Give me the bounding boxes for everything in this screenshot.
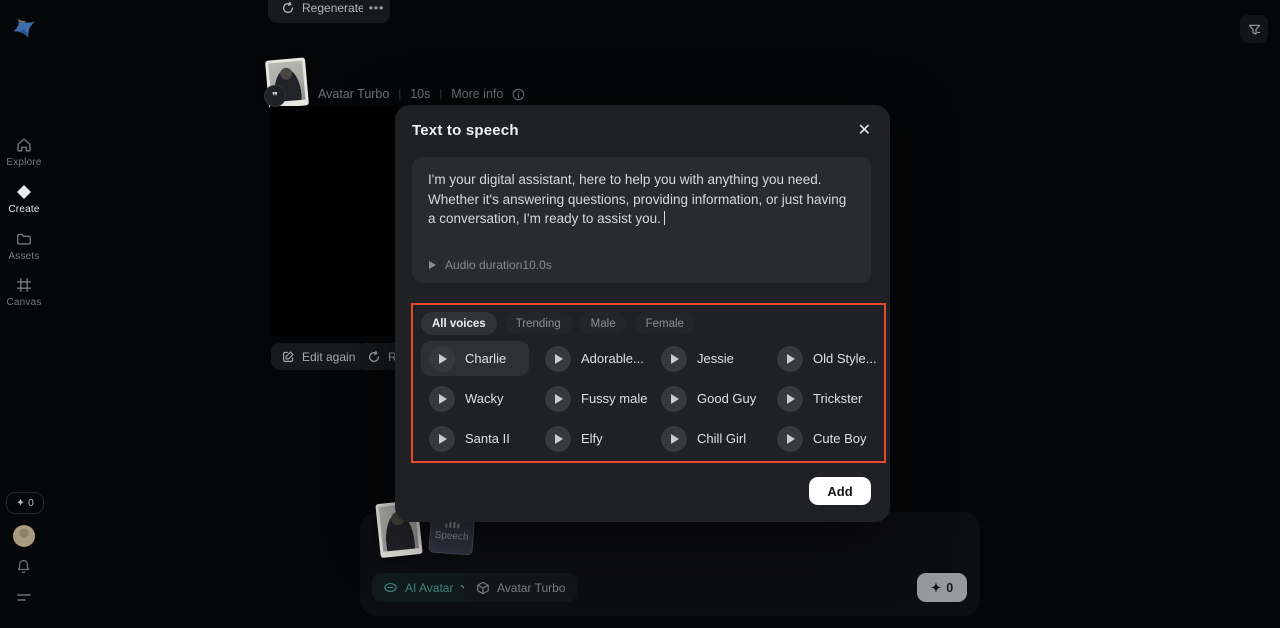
play-icon[interactable] <box>661 386 687 412</box>
play-icon[interactable] <box>661 426 687 452</box>
ellipsis-icon: ••• <box>369 1 385 15</box>
play-icon[interactable] <box>777 346 803 372</box>
play-icon[interactable] <box>777 426 803 452</box>
menu-lines-icon[interactable] <box>16 592 32 604</box>
voice-item-jessie[interactable]: Jessie <box>653 341 761 376</box>
chip-trending[interactable]: Trending <box>505 312 572 335</box>
text-to-speech-modal: Text to speech ✕ I'm your digital assist… <box>395 105 890 522</box>
sidebar-credits-pill[interactable]: ✦ 0 <box>6 492 44 514</box>
refresh-icon <box>367 350 381 364</box>
sidebar-item-assets[interactable]: Assets <box>0 230 48 262</box>
voice-item-adorable[interactable]: Adorable... <box>537 341 645 376</box>
voice-item-santa-ii[interactable]: Santa II <box>421 421 529 456</box>
video-preview[interactable] <box>270 106 397 336</box>
play-icon[interactable] <box>429 261 436 269</box>
voice-item-charlie[interactable]: Charlie <box>421 341 529 376</box>
speech-card-label: Speech <box>434 529 469 542</box>
voice-item-cute-boy[interactable]: Cute Boy <box>769 421 877 456</box>
regenerate-button[interactable]: Regenerate <box>268 0 378 23</box>
refresh-icon <box>281 1 295 15</box>
model-label: Avatar Turbo <box>497 581 565 595</box>
generation-meta: Avatar Turbo | 10s | More info <box>318 87 525 101</box>
play-icon[interactable] <box>429 386 455 412</box>
sidebar-item-label: Explore <box>6 157 41 168</box>
sidebar: Explore Create Assets Canvas ✦ 0 <box>0 0 48 628</box>
play-icon[interactable] <box>545 386 571 412</box>
voice-item-fussy-male[interactable]: Fussy male <box>537 381 645 416</box>
edit-again-label: Edit again <box>302 350 355 364</box>
sidebar-credits-value: 0 <box>28 497 34 509</box>
play-icon[interactable] <box>545 346 571 372</box>
voice-item-wacky[interactable]: Wacky <box>421 381 529 416</box>
info-icon[interactable] <box>512 88 525 101</box>
speech-text-value: I'm your digital assistant, here to help… <box>412 157 871 229</box>
edit-again-button[interactable]: Edit again <box>271 343 366 370</box>
app-logo-icon[interactable] <box>10 13 38 41</box>
duration-label: 10s <box>410 87 430 101</box>
separator: | <box>439 88 442 100</box>
sidebar-item-label: Assets <box>8 251 39 262</box>
chip-male[interactable]: Male <box>580 312 627 335</box>
sidebar-item-label: Create <box>8 204 39 215</box>
voice-filter-chips: All voices Trending Male Female <box>421 312 695 335</box>
ai-avatar-label: AI Avatar <box>405 581 453 595</box>
generation-panel: Speech AI Avatar Avatar Turbo ✦ 0 <box>360 512 980 616</box>
voice-grid: Charlie Adorable... Jessie Old Style... … <box>421 341 885 456</box>
edit-icon <box>282 350 295 363</box>
voice-item-chill-girl[interactable]: Chill Girl <box>653 421 761 456</box>
modal-title: Text to speech <box>412 122 519 139</box>
generate-credits-button[interactable]: ✦ 0 <box>917 573 967 602</box>
chip-all-voices[interactable]: All voices <box>421 312 497 335</box>
model-selector[interactable]: Avatar Turbo <box>464 573 577 602</box>
sidebar-item-canvas[interactable]: Canvas <box>0 276 48 308</box>
quote-badge-icon: ❞ <box>264 85 286 107</box>
avatar-mask-icon <box>383 580 398 595</box>
play-icon[interactable] <box>545 426 571 452</box>
model-name-label: Avatar Turbo <box>318 87 389 101</box>
play-icon[interactable] <box>777 386 803 412</box>
credits-value: 0 <box>946 581 953 595</box>
play-icon[interactable] <box>429 346 455 372</box>
home-icon <box>15 136 33 154</box>
filter-button[interactable] <box>1240 15 1268 43</box>
audio-duration-row: Audio duration10.0s <box>429 258 552 272</box>
chip-female[interactable]: Female <box>635 312 695 335</box>
notifications-bell-icon[interactable] <box>15 558 32 575</box>
more-info-link[interactable]: More info <box>451 87 503 101</box>
separator: | <box>398 88 401 100</box>
filter-funnel-icon <box>1247 22 1262 37</box>
close-icon[interactable]: ✕ <box>858 120 871 140</box>
sparkle-icon: ✦ <box>931 580 941 595</box>
voice-item-old-style[interactable]: Old Style... <box>769 341 877 376</box>
diamond-icon <box>15 183 33 201</box>
add-button[interactable]: Add <box>809 477 871 505</box>
cube-icon <box>476 581 490 595</box>
audio-duration-text: Audio duration10.0s <box>445 258 552 272</box>
user-avatar[interactable] <box>13 525 35 547</box>
voice-selection-highlight: All voices Trending Male Female Charlie … <box>411 303 886 463</box>
folder-icon <box>15 230 33 248</box>
sidebar-item-explore[interactable]: Explore <box>0 136 48 168</box>
sidebar-item-label: Canvas <box>6 297 41 308</box>
sparkle-icon: ✦ <box>16 497 25 509</box>
text-cursor <box>664 211 666 225</box>
play-icon[interactable] <box>429 426 455 452</box>
canvas-frame-icon <box>15 276 33 294</box>
app-root: Explore Create Assets Canvas ✦ 0 <box>0 0 1280 628</box>
play-icon[interactable] <box>661 346 687 372</box>
voice-item-trickster[interactable]: Trickster <box>769 381 877 416</box>
voice-item-elfy[interactable]: Elfy <box>537 421 645 456</box>
voice-item-good-guy[interactable]: Good Guy <box>653 381 761 416</box>
speech-text-input[interactable]: I'm your digital assistant, here to help… <box>412 157 871 283</box>
regenerate-label: Regenerate <box>302 1 365 15</box>
more-options-button[interactable]: ••• <box>363 0 390 23</box>
sidebar-item-create[interactable]: Create <box>0 183 48 215</box>
